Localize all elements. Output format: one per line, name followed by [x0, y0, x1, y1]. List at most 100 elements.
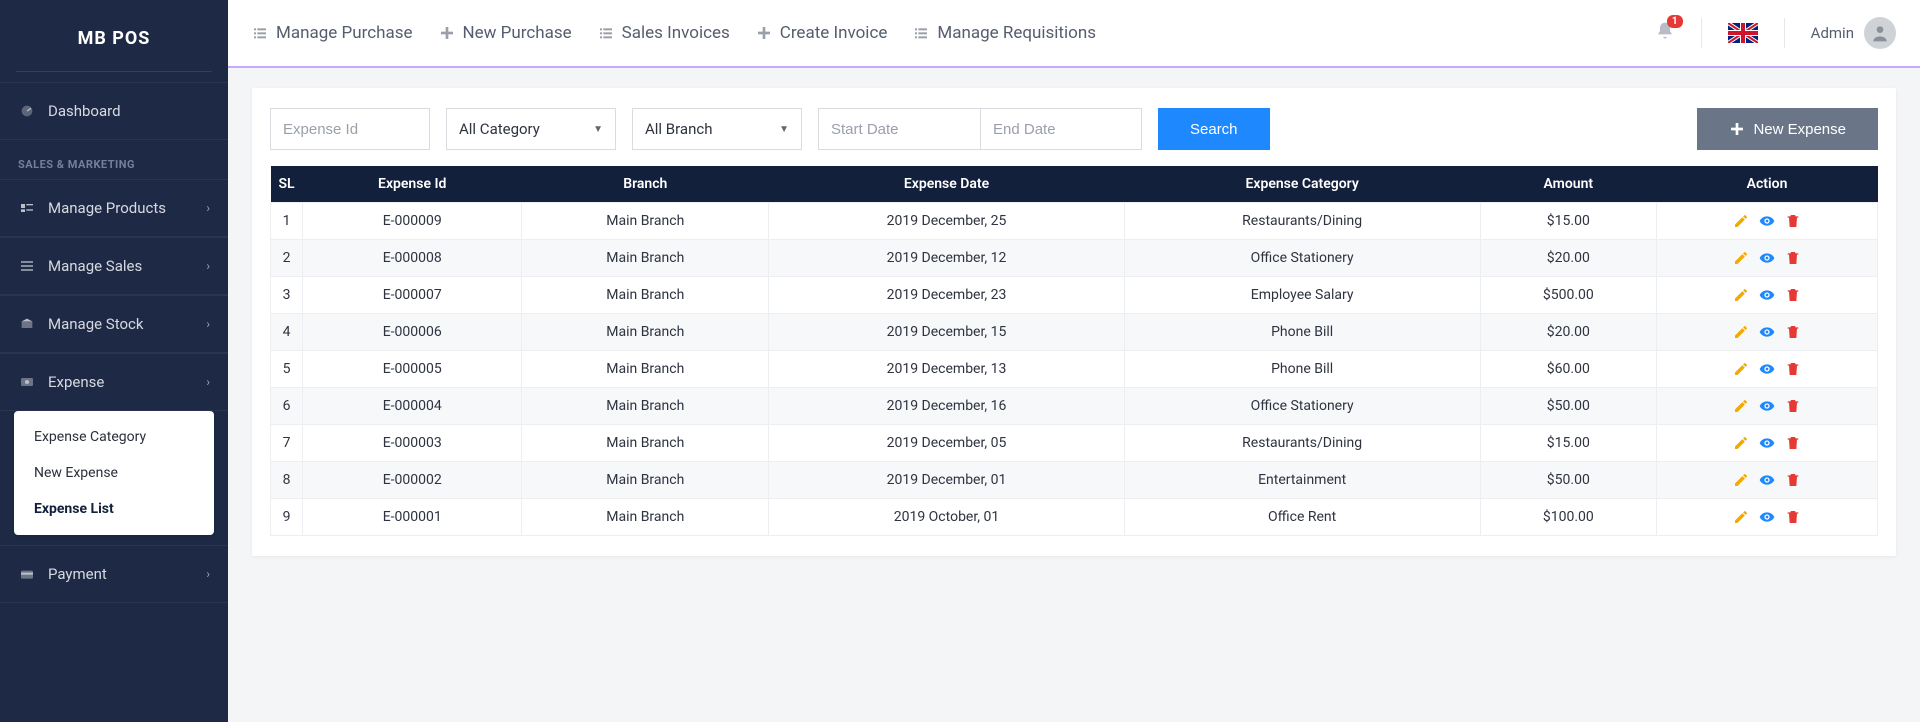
view-icon[interactable]	[1759, 509, 1775, 525]
cell-sl: 9	[271, 499, 303, 536]
cell-amount: $15.00	[1480, 425, 1656, 462]
delete-icon[interactable]	[1785, 324, 1801, 340]
cell-category: Restaurants/Dining	[1124, 425, 1480, 462]
edit-icon[interactable]	[1733, 398, 1749, 414]
submenu-expense-list[interactable]: Expense List	[14, 491, 214, 527]
sidebar-item-manage-products[interactable]: Manage Products ›	[0, 179, 228, 237]
topnav-sales-invoices[interactable]: Sales Invoices	[598, 23, 730, 43]
view-icon[interactable]	[1759, 435, 1775, 451]
sidebar-item-manage-sales[interactable]: Manage Sales ›	[0, 237, 228, 295]
button-label: New Expense	[1753, 121, 1846, 138]
topnav-new-purchase[interactable]: New Purchase	[439, 23, 572, 43]
cell-category: Phone Bill	[1124, 314, 1480, 351]
edit-icon[interactable]	[1733, 213, 1749, 229]
sidebar-item-label: Dashboard	[48, 102, 210, 120]
cell-actions	[1657, 314, 1878, 351]
table-row: 4E-000006Main Branch2019 December, 15Pho…	[271, 314, 1878, 351]
view-icon[interactable]	[1759, 472, 1775, 488]
cell-sl: 5	[271, 351, 303, 388]
edit-icon[interactable]	[1733, 509, 1749, 525]
cell-amount: $20.00	[1480, 314, 1656, 351]
delete-icon[interactable]	[1785, 435, 1801, 451]
edit-icon[interactable]	[1733, 361, 1749, 377]
delete-icon[interactable]	[1785, 472, 1801, 488]
expense-id-input[interactable]	[270, 108, 430, 150]
cell-sl: 4	[271, 314, 303, 351]
delete-icon[interactable]	[1785, 398, 1801, 414]
notifications-button[interactable]: 1	[1655, 21, 1675, 45]
sidebar-item-expense[interactable]: Expense ›	[0, 353, 228, 411]
cell-category: Restaurants/Dining	[1124, 203, 1480, 240]
delete-icon[interactable]	[1785, 287, 1801, 303]
cell-actions	[1657, 203, 1878, 240]
cell-expense-id: E-000001	[303, 499, 522, 536]
cell-category: Phone Bill	[1124, 351, 1480, 388]
cell-actions	[1657, 240, 1878, 277]
new-expense-button[interactable]: New Expense	[1697, 108, 1878, 150]
expense-list-card: All Category ▼ All Branch ▼ Search	[252, 88, 1896, 556]
edit-icon[interactable]	[1733, 324, 1749, 340]
view-icon[interactable]	[1759, 250, 1775, 266]
cell-date: 2019 December, 15	[769, 314, 1124, 351]
cell-actions	[1657, 277, 1878, 314]
list-icon	[252, 25, 268, 41]
view-icon[interactable]	[1759, 213, 1775, 229]
table-row: 2E-000008Main Branch2019 December, 12Off…	[271, 240, 1878, 277]
language-flag-uk[interactable]	[1728, 23, 1758, 43]
cell-date: 2019 December, 13	[769, 351, 1124, 388]
end-date-input[interactable]	[980, 108, 1142, 150]
avatar	[1864, 17, 1896, 49]
branch-select[interactable]: All Branch ▼	[632, 108, 802, 150]
cell-actions	[1657, 425, 1878, 462]
caret-down-icon: ▼	[593, 124, 603, 135]
cell-sl: 3	[271, 277, 303, 314]
products-icon	[18, 199, 36, 217]
category-select[interactable]: All Category ▼	[446, 108, 616, 150]
cell-expense-id: E-000004	[303, 388, 522, 425]
cell-date: 2019 October, 01	[769, 499, 1124, 536]
cell-amount: $50.00	[1480, 462, 1656, 499]
brand-logo[interactable]: MB POS	[0, 6, 228, 71]
cell-actions	[1657, 462, 1878, 499]
divider	[1784, 18, 1785, 48]
sidebar-item-dashboard[interactable]: Dashboard	[0, 82, 228, 140]
cell-expense-id: E-000007	[303, 277, 522, 314]
user-name: Admin	[1811, 24, 1854, 42]
submenu-expense-category[interactable]: Expense Category	[14, 419, 214, 455]
view-icon[interactable]	[1759, 287, 1775, 303]
search-button[interactable]: Search	[1158, 108, 1270, 150]
view-icon[interactable]	[1759, 324, 1775, 340]
cell-date: 2019 December, 12	[769, 240, 1124, 277]
user-menu[interactable]: Admin	[1811, 17, 1896, 49]
cell-date: 2019 December, 23	[769, 277, 1124, 314]
submenu-new-expense[interactable]: New Expense	[14, 455, 214, 491]
topnav-manage-purchase[interactable]: Manage Purchase	[252, 23, 413, 43]
topnav-manage-requisitions[interactable]: Manage Requisitions	[913, 23, 1096, 43]
edit-icon[interactable]	[1733, 435, 1749, 451]
select-value: All Category	[459, 120, 540, 138]
edit-icon[interactable]	[1733, 287, 1749, 303]
list-icon	[913, 25, 929, 41]
view-icon[interactable]	[1759, 361, 1775, 377]
expense-submenu: Expense Category New Expense Expense Lis…	[14, 411, 214, 535]
delete-icon[interactable]	[1785, 250, 1801, 266]
cell-category: Employee Salary	[1124, 277, 1480, 314]
topnav-create-invoice[interactable]: Create Invoice	[756, 23, 888, 43]
cell-expense-id: E-000005	[303, 351, 522, 388]
delete-icon[interactable]	[1785, 213, 1801, 229]
cell-category: Office Rent	[1124, 499, 1480, 536]
chevron-right-icon: ›	[206, 567, 210, 581]
delete-icon[interactable]	[1785, 509, 1801, 525]
cell-date: 2019 December, 16	[769, 388, 1124, 425]
list-icon	[598, 25, 614, 41]
sidebar-item-manage-stock[interactable]: Manage Stock ›	[0, 295, 228, 353]
edit-icon[interactable]	[1733, 250, 1749, 266]
plus-icon	[1729, 121, 1745, 137]
start-date-input[interactable]	[818, 108, 980, 150]
edit-icon[interactable]	[1733, 472, 1749, 488]
sidebar-item-payment[interactable]: Payment ›	[0, 545, 228, 603]
delete-icon[interactable]	[1785, 361, 1801, 377]
th-amount: Amount	[1480, 166, 1656, 203]
view-icon[interactable]	[1759, 398, 1775, 414]
cell-actions	[1657, 388, 1878, 425]
